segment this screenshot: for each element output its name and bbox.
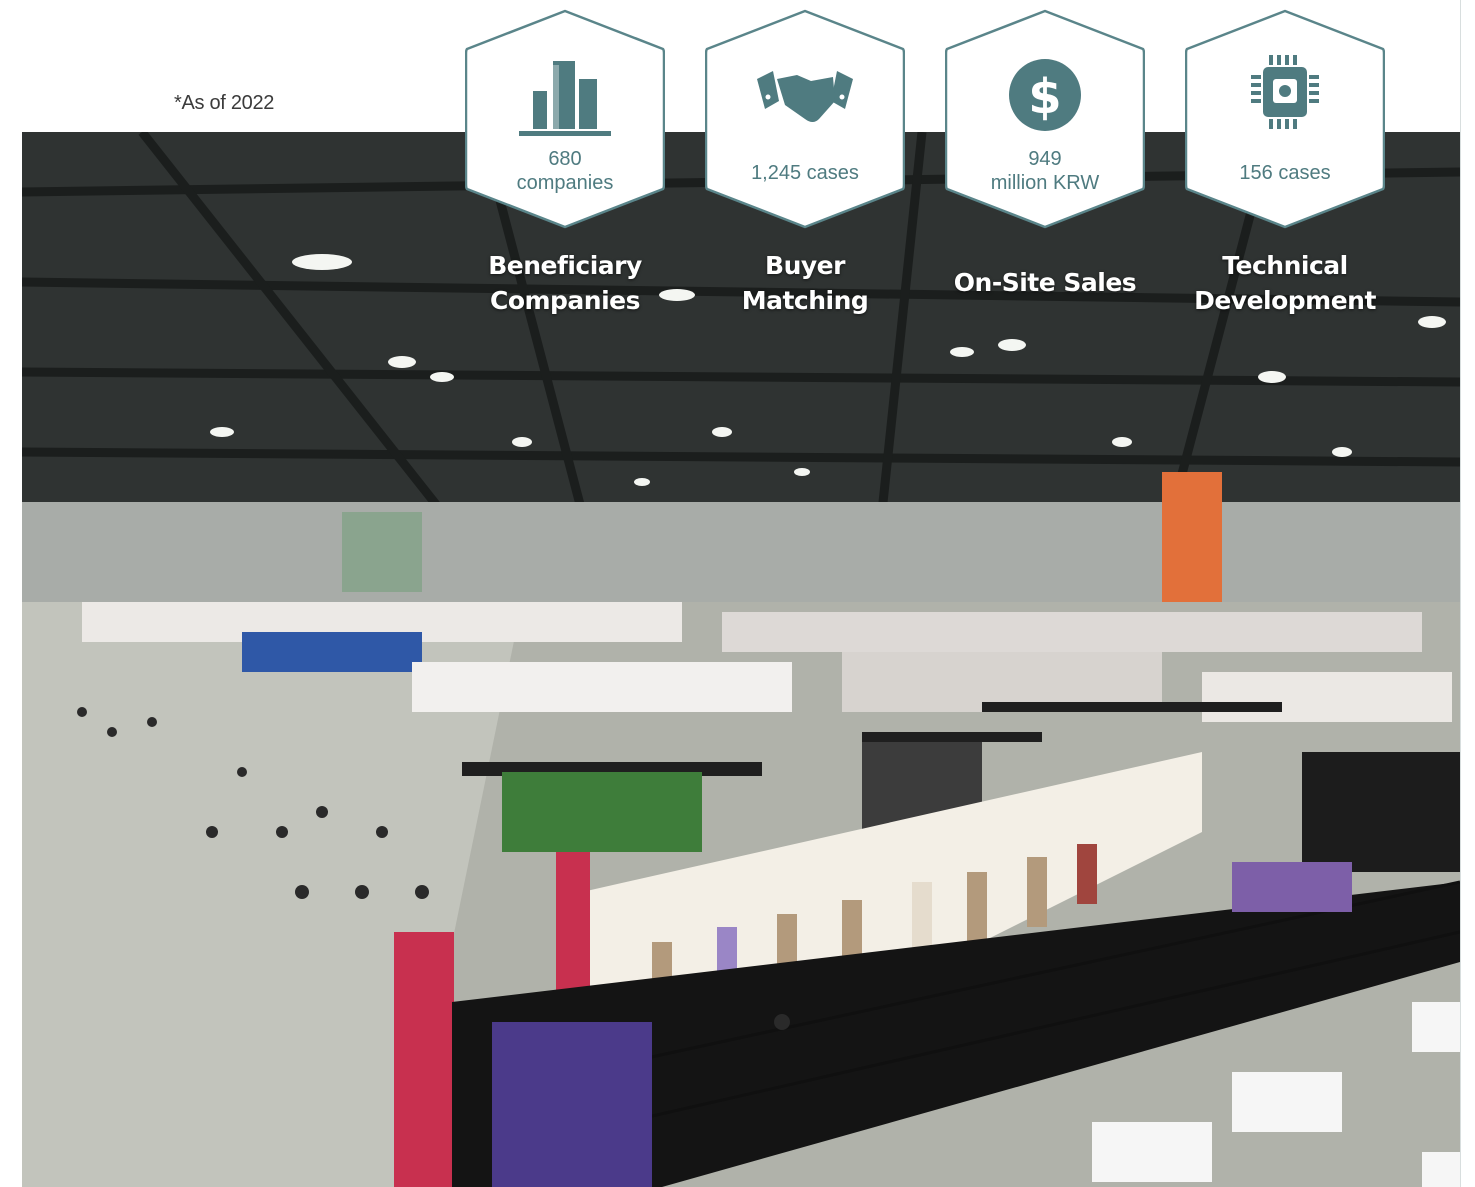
buildings-icon <box>519 61 611 136</box>
stat-value: 156 cases <box>1239 162 1331 184</box>
stat-buyer-matching: 1,245 cases <box>705 9 905 229</box>
stat-value-line: 949 million KRW <box>990 148 1100 194</box>
stat-label-on-site-sales: On-Site Sales <box>953 268 1137 297</box>
svg-text:$: $ <box>1028 69 1061 125</box>
stat-value: 680 companies <box>475 147 655 195</box>
stat-on-site-sales: $ 949 million KRW <box>945 9 1145 229</box>
stat-value: 949 million KRW <box>955 147 1135 195</box>
stat-beneficiary-companies: 680 companies <box>465 9 665 229</box>
stat-value: 1,245 cases <box>751 162 859 184</box>
stat-technical-development: 156 cases <box>1185 9 1385 229</box>
stat-label-technical-development: Technical Development <box>1194 251 1376 315</box>
stat-label-buyer-matching: Buyer Matching <box>741 251 869 315</box>
right-divider <box>1460 0 1461 1187</box>
stat-label-beneficiary-companies: Beneficiary Companies <box>488 251 642 315</box>
handshake-icon <box>757 71 853 122</box>
dollar-coin-icon: $ <box>1009 59 1081 131</box>
note-text: *As of 2022 <box>174 92 275 114</box>
chip-icon <box>1251 55 1319 129</box>
stat-value-line: 680 companies <box>516 148 614 194</box>
